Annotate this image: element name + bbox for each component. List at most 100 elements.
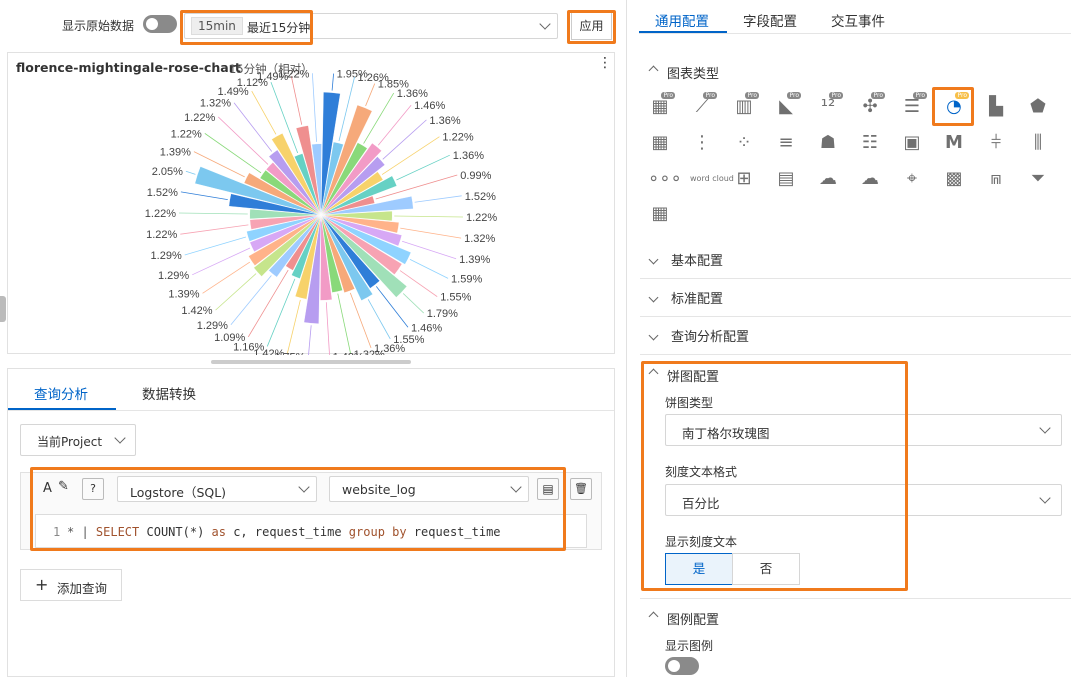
rose-label-line (192, 247, 251, 276)
chevron-up-icon (648, 611, 659, 622)
table-icon[interactable]: ▦ Pro (648, 92, 675, 118)
pro-badge: Pro (787, 92, 801, 99)
rose-data-label: 1.22% (146, 229, 177, 241)
rose-data-label: 1.32% (200, 98, 231, 110)
bar-chart-icon[interactable]: ▥ Pro (732, 92, 759, 118)
delete-icon[interactable]: 🗑 (570, 478, 592, 500)
rose-label-line (400, 227, 462, 239)
rose-data-label: 1.46% (411, 322, 442, 334)
word-cloud-icon[interactable]: word cloud (690, 168, 734, 190)
area-chart-icon[interactable]: ◣ Pro (774, 92, 801, 118)
rose-data-label: 1.22% (442, 132, 473, 144)
rose-label-line (180, 191, 228, 201)
cloud-chart-icon[interactable]: ☁ (858, 168, 882, 190)
pro-badge: Pro (913, 92, 927, 99)
radar-icon[interactable]: ⬟ (1026, 96, 1050, 118)
progress-bar-icon[interactable]: ☰ Pro (900, 92, 927, 118)
rose-label-line (179, 212, 248, 215)
collapse-left-handle[interactable] (0, 296, 6, 322)
scatter-icon[interactable]: ✣ Pro (858, 92, 885, 118)
plus-icon: + (35, 575, 49, 594)
section-standard-config[interactable]: 标准配置 (640, 279, 1071, 317)
panel-splitter[interactable] (211, 360, 411, 364)
tab-field-config[interactable]: 字段配置 (743, 10, 797, 30)
rose-data-label: 1.29% (158, 270, 189, 282)
chevron-up-icon (648, 65, 659, 76)
rose-label-line (409, 259, 449, 279)
stacked-list-icon[interactable]: ≡ (774, 132, 798, 154)
rose-data-label: 1.22% (145, 208, 176, 220)
section-query-analysis-config[interactable]: 查询分析配置 (640, 317, 1071, 355)
column-icon[interactable]: ▤ (774, 168, 798, 190)
flow-dots-icon[interactable]: ∘∘∘ (648, 168, 682, 190)
rose-label-line (349, 292, 372, 349)
add-query-button[interactable]: + 添加查询 (20, 569, 122, 601)
rose-label-line (287, 299, 301, 354)
project-select[interactable]: 当前Project (20, 424, 136, 456)
pie-config-divider (640, 598, 1071, 599)
rose-label-line (230, 275, 272, 326)
rose-data-label: 1.55% (440, 292, 471, 304)
line-chart-icon[interactable]: ⟋ Pro (690, 92, 717, 118)
markdown-icon[interactable]: M (942, 132, 966, 154)
rose-label-line (394, 215, 463, 218)
rose-label-line (414, 195, 462, 203)
rose-data-label: 1.36% (453, 150, 484, 162)
rose-data-label: 1.09% (214, 332, 245, 344)
section-basic-label: 基本配置 (671, 254, 724, 269)
rose-label-line (311, 73, 317, 142)
rose-label-line (215, 273, 257, 311)
box-plot-icon[interactable]: ⫩ (984, 132, 1008, 154)
rose-label-line (381, 136, 440, 175)
dot-chart-icon[interactable]: ⁘ (732, 132, 756, 154)
rose-label-line (180, 224, 249, 235)
rose-label-line (185, 170, 196, 175)
show-raw-data-toggle[interactable] (143, 15, 177, 33)
show-legend-label: 显示图例 (665, 639, 714, 653)
topology-icon[interactable]: ⊞ (732, 168, 756, 190)
tab-general-config[interactable]: 通用配置 (655, 10, 709, 30)
china-map-icon[interactable]: ☗ (816, 132, 840, 154)
highlight-query-editor (30, 467, 566, 551)
world-map-icon[interactable]: ☷ (858, 132, 882, 154)
bubble-chart-icon[interactable]: ⋮ (690, 132, 714, 154)
funnel-icon[interactable]: ⏷ (1026, 168, 1050, 190)
treemap-icon[interactable]: ▩ (942, 168, 966, 190)
rose-data-label: 1.52% (465, 191, 496, 203)
cross-table-icon[interactable]: ▦ (648, 203, 672, 225)
rose-label-line (247, 269, 289, 338)
project-select-value: 当前Project (37, 435, 103, 449)
highlight-pie-config (641, 361, 908, 591)
highlight-time-range (180, 10, 313, 45)
tab-interaction-events[interactable]: 交互事件 (831, 10, 885, 30)
candlestick-icon[interactable]: ⫼ (1026, 132, 1050, 154)
rose-chart: 1.95%1.26%1.85%1.36%1.46%1.36%1.22%1.36%… (145, 68, 497, 355)
rose-label-line (308, 325, 312, 355)
section-query-analysis-label: 查询分析配置 (671, 330, 750, 345)
rose-label-line (325, 302, 330, 355)
rose-data-label: 1.52% (147, 187, 178, 199)
rose-data-label: 1.22% (466, 212, 497, 224)
rose-label-line (331, 73, 334, 91)
tab-query-analysis[interactable]: 查询分析 (34, 383, 88, 403)
single-value-icon[interactable]: ¹² Pro (816, 92, 843, 118)
rose-data-label: 1.39% (459, 254, 490, 266)
rose-label-line (233, 102, 273, 152)
histogram-icon[interactable]: ▙ (984, 96, 1008, 118)
chevron-down-icon (1039, 492, 1051, 504)
rose-data-label: 2.05% (152, 166, 183, 178)
grid-table-icon[interactable]: ▦ (648, 132, 672, 154)
show-legend-toggle[interactable] (665, 657, 699, 675)
section-basic-config[interactable]: 基本配置 (640, 241, 1071, 279)
column-line-icon[interactable]: ⩎ (984, 168, 1008, 190)
rose-label-line (337, 293, 352, 354)
rose-label-line (402, 240, 457, 260)
tab-data-transform[interactable]: 数据转换 (142, 383, 196, 403)
pro-badge: Pro (829, 92, 843, 99)
rose-data-label: 0.99% (460, 170, 491, 182)
cloud-status-icon[interactable]: ☁ (816, 168, 840, 190)
image-map-icon[interactable]: ▣ (900, 132, 924, 154)
chevron-down-icon (1039, 422, 1051, 434)
rose-label-line (396, 154, 450, 181)
location-map-icon[interactable]: ⌖ (900, 168, 924, 190)
